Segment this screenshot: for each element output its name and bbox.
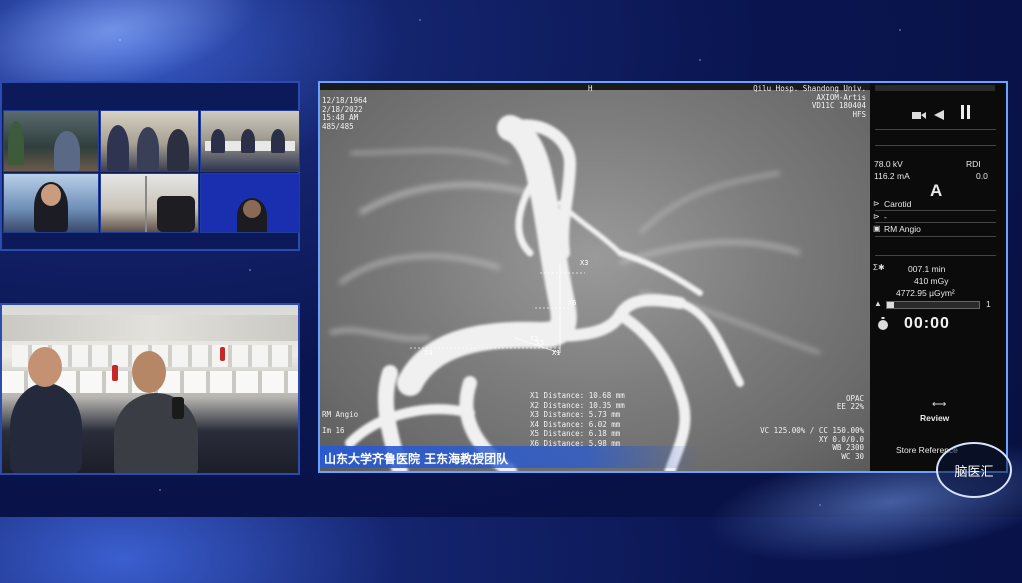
program-label[interactable]: RM Angio [884,224,921,234]
angiography-image[interactable]: X4 X1 X5 X6 X3 X2 H Qilu Hosp. Shandong … [320,83,870,471]
participant-tile-6[interactable] [200,173,300,233]
back-wall [2,315,298,341]
office-chair [157,196,195,232]
marker-x3: X3 [580,259,588,267]
participant-face [243,200,261,218]
participant-face [41,184,61,206]
divider [875,222,996,223]
viewer-top-right-info: Qilu Hosp. Shandong Univ. AXIOM-Artis VD… [753,84,866,119]
marker-x2: X2 [530,335,538,343]
participant-tile-1[interactable] [3,110,99,172]
organ-program-icon: ⊳ [873,199,880,208]
microphone-icon [172,397,184,419]
dose-rate-icon: ▲ [874,299,882,308]
viewer-top-center: H [588,84,593,93]
sigma-icon: Σ✱ [873,263,885,272]
audience-video [0,303,300,475]
participant-figure [167,129,189,171]
audience-face-right [132,351,166,393]
participant-figure [8,121,24,165]
stopwatch-icon [876,317,890,336]
participant-tile-2[interactable] [100,110,199,172]
measurement-item: X1 Distance: 10.68 mm [530,391,625,400]
rdi-value: 0.0 [976,171,988,181]
timer-display: 00:00 [904,315,950,332]
viewer-image-number: Im 16 [322,426,345,435]
camera-icon[interactable] [912,107,926,125]
audience-member-left [10,383,82,473]
viewer-window-info: VC 125.00% / CC 150.00% XY 0.0/0.0 WB 23… [760,426,864,461]
participants-grid [0,81,300,251]
review-arrows-icon[interactable]: ⟷ [932,399,946,410]
participant-tile-4[interactable] [3,173,99,233]
team-banner-text: 山东大学齐鲁医院 王东海教授团队 [324,452,509,466]
measurement-item: X4 Distance: 6.02 mm [530,419,621,429]
participant-figure [271,129,285,153]
region-label[interactable]: Carotid [884,199,911,209]
fluoro-time: 007.1 min [908,264,946,274]
pause-icon[interactable] [960,105,972,124]
brand-logo: 脑医汇 [936,442,1012,498]
audience-face-left [28,347,62,387]
team-banner: 山东大学齐鲁医院 王东海教授团队 [320,446,700,468]
participant-figure [241,129,255,153]
dap-value: 4772.95 µGym² [896,288,955,298]
divider [875,236,996,237]
dose-rate-bar [886,301,980,309]
participant-figure [107,125,129,171]
participant-tile-5[interactable] [100,173,199,233]
side-header-bar [875,85,995,91]
door-frame [145,176,147,232]
review-button[interactable]: Review [920,413,949,423]
rewind-icon[interactable] [934,107,944,125]
sub-program-label[interactable]: - [884,212,887,222]
ma-value: 116.2 mA [874,171,910,181]
marker-x6: X6 [568,299,576,307]
dose-scale-end: 1 [986,299,991,309]
dose-value: 410 mGy [914,276,949,286]
measurement-item: X3 Distance: 5.73 mm [530,410,621,420]
acquisition-side-panel: 78.0 kV RDI 116.2 mA 0.0 A ⊳ Carotid ⊳ -… [870,83,1006,471]
brand-logo-text: 脑医汇 [954,464,994,480]
marker-x4: X4 [424,349,432,357]
participant-figure [137,127,159,171]
viewer-patient-info: 12/18/1964 2/18/2022 15:48 AM 485/485 [322,96,368,131]
participant-figure [54,131,80,171]
participant-figure [211,129,225,153]
rdi-label: RDI [966,159,981,169]
kv-value: 78.0 kV [874,159,903,169]
plane-indicator: A [930,181,943,200]
measurement-item: X5 Distance: 6.18 mm [530,429,621,439]
measurement-item: X2 Distance: 10.35 mm [530,400,625,410]
measurement-list: X1 Distance: 10.68 mm X2 Distance: 10.35… [530,391,625,449]
divider [875,129,996,130]
acquisition-program-icon: ▣ [873,224,881,233]
divider [875,145,996,146]
water-bottle [112,365,118,381]
audience-member-right [114,393,198,473]
angiography-viewer: X4 X1 X5 X6 X3 X2 H Qilu Hosp. Shandong … [318,81,1008,473]
sub-program-icon: ⊳ [873,212,880,221]
participant-tile-3[interactable] [200,110,300,172]
divider [875,210,996,211]
water-bottle [220,347,225,361]
marker-x1: X1 [552,349,560,357]
divider [875,255,996,256]
viewer-program-label: RM Angio [322,410,359,419]
viewer-ee-label: EE 22% [836,402,864,411]
